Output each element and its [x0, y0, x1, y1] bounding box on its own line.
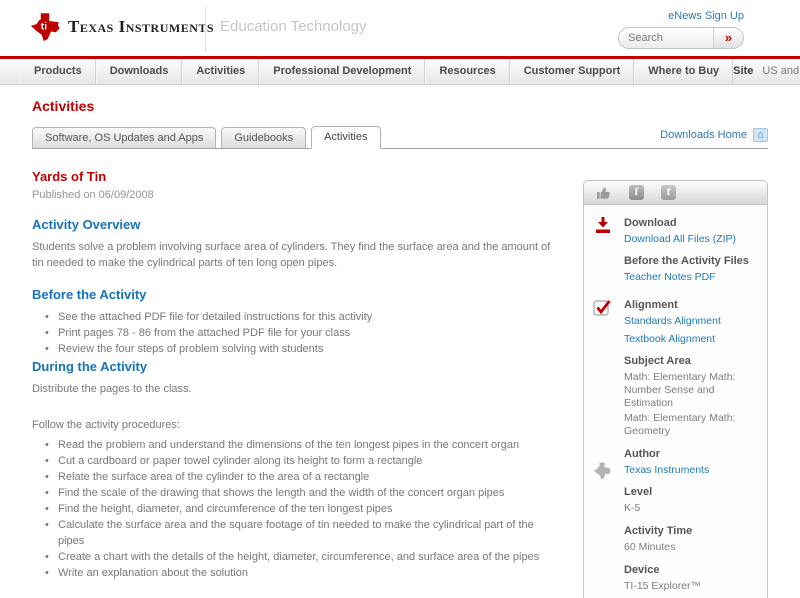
nav-item-professional-development[interactable]: Professional Development	[259, 59, 426, 84]
page-title: Activities	[32, 98, 95, 114]
site-value: US and Canada	[762, 65, 800, 77]
ti-logo[interactable]: ti Texas Instruments	[30, 12, 214, 42]
ti-texas-icon: ti	[30, 13, 60, 42]
sidebar-heading-alignment: Alignment	[624, 299, 678, 311]
sidebar-heading-subject: Subject Area	[624, 355, 691, 367]
header: ti Texas Instruments Education Technolog…	[0, 0, 800, 56]
nav-item-resources[interactable]: Resources	[425, 59, 510, 84]
bullet-item: See the attached PDF file for detailed i…	[32, 309, 563, 325]
during-intro-1: Distribute the pages to the class.	[32, 383, 192, 395]
sidebar-heading-author: Author	[624, 448, 661, 460]
level-value: K-5	[624, 502, 641, 514]
bullet-item: Print pages 78 - 86 from the attached PD…	[32, 325, 563, 341]
sidebar-heading-download: Download	[624, 217, 677, 229]
division-title: Education Technology	[220, 18, 367, 35]
download-all-files-link[interactable]: Download All Files (ZIP)	[624, 233, 759, 245]
before-bullet-list: See the attached PDF file for detailed i…	[32, 309, 563, 357]
section-heading-overview: Activity Overview	[32, 217, 141, 232]
subject-area-value: Math: Elementary Math: Number Sense and …	[624, 371, 736, 409]
search-submit-button[interactable]: »	[713, 28, 743, 48]
section-heading-before: Before the Activity	[32, 287, 147, 302]
tab-bar: Software, OS Updates and Apps Guidebooks…	[32, 126, 768, 149]
sidebar-details-box: Download Download All Files (ZIP) Before…	[583, 205, 768, 598]
ti-author-icon	[593, 462, 611, 483]
brand-name: Texas Instruments	[68, 17, 215, 36]
bullet-item: Find the scale of the drawing that shows…	[32, 485, 563, 501]
sidebar-heading-activity-time: Activity Time	[624, 525, 693, 537]
svg-text:ti: ti	[41, 21, 47, 32]
search-box: »	[618, 27, 744, 49]
site-label: Site	[733, 65, 754, 77]
tab-activities[interactable]: Activities	[311, 126, 381, 149]
subject-area-value: Math: Elementary Math: Geometry	[624, 412, 736, 437]
during-intro-2: Follow the activity procedures:	[32, 419, 180, 431]
home-icon[interactable]: ⌂	[753, 128, 768, 142]
tab-software-os-updates[interactable]: Software, OS Updates and Apps	[32, 127, 217, 148]
section-heading-during: During the Activity	[32, 359, 148, 374]
sidebar-heading-device: Device	[624, 564, 660, 576]
activity-article: Yards of Tin Published on 06/09/2008 Act…	[32, 149, 563, 598]
bullet-item: Read the problem and understand the dime…	[32, 437, 563, 453]
nav-item-where-to-buy[interactable]: Where to Buy	[634, 59, 734, 84]
nav-item-downloads[interactable]: Downloads	[95, 59, 183, 84]
nav-item-activities[interactable]: Activities	[182, 59, 260, 84]
activity-title: Yards of Tin	[32, 169, 107, 184]
nav-item-products[interactable]: Products	[20, 59, 96, 84]
main-nav: Products Downloads Activities Profession…	[0, 59, 800, 85]
overview-text: Students solve a problem involving surfa…	[32, 241, 551, 269]
facebook-icon[interactable]: f	[629, 185, 644, 200]
download-icon	[593, 215, 613, 238]
bullet-item: Write an explanation about the solution	[32, 565, 563, 581]
author-link[interactable]: Texas Instruments	[624, 464, 759, 476]
device-value: TI-15 Explorer™	[624, 580, 702, 592]
during-bullet-list: Read the problem and understand the dime…	[32, 437, 563, 581]
page-body: Activities Software, OS Updates and Apps…	[0, 98, 800, 598]
search-input[interactable]	[619, 28, 713, 48]
site-selector[interactable]: Site US and Canada	[733, 59, 800, 84]
header-divider	[205, 6, 206, 52]
bullet-item: Relate the surface area of the cylinder …	[32, 469, 563, 485]
textbook-alignment-link[interactable]: Textbook Alignment	[624, 333, 759, 345]
published-date: Published on 06/09/2008	[32, 189, 154, 201]
enews-signup-link[interactable]: eNews Sign Up	[668, 10, 744, 22]
alignment-check-icon	[593, 297, 613, 320]
standards-alignment-link[interactable]: Standards Alignment	[624, 315, 759, 327]
bullet-item: Create a chart with the details of the h…	[32, 549, 563, 565]
downloads-home-label: Downloads Home	[660, 129, 747, 141]
like-icon[interactable]	[596, 185, 612, 200]
sidebar-heading-before-files: Before the Activity Files	[624, 255, 749, 267]
nav-item-customer-support[interactable]: Customer Support	[509, 59, 635, 84]
social-share-bar: f t	[583, 180, 768, 205]
bullet-item: Find the height, diameter, and circumfer…	[32, 501, 563, 517]
bullet-item: Review the four steps of problem solving…	[32, 341, 563, 357]
activity-time-value: 60 Minutes	[624, 541, 676, 553]
teacher-notes-pdf-link[interactable]: Teacher Notes PDF	[624, 271, 759, 283]
bullet-item: Cut a cardboard or paper towel cylinder …	[32, 453, 563, 469]
activity-sidebar: f t Download Download All Files (ZIP) Be…	[583, 180, 768, 598]
tab-guidebooks[interactable]: Guidebooks	[221, 127, 307, 148]
bullet-item: Calculate the surface area and the squar…	[32, 517, 563, 549]
downloads-home-link[interactable]: Downloads Home ⌂	[660, 128, 768, 142]
twitter-icon[interactable]: t	[661, 185, 676, 200]
sidebar-heading-level: Level	[624, 486, 653, 498]
